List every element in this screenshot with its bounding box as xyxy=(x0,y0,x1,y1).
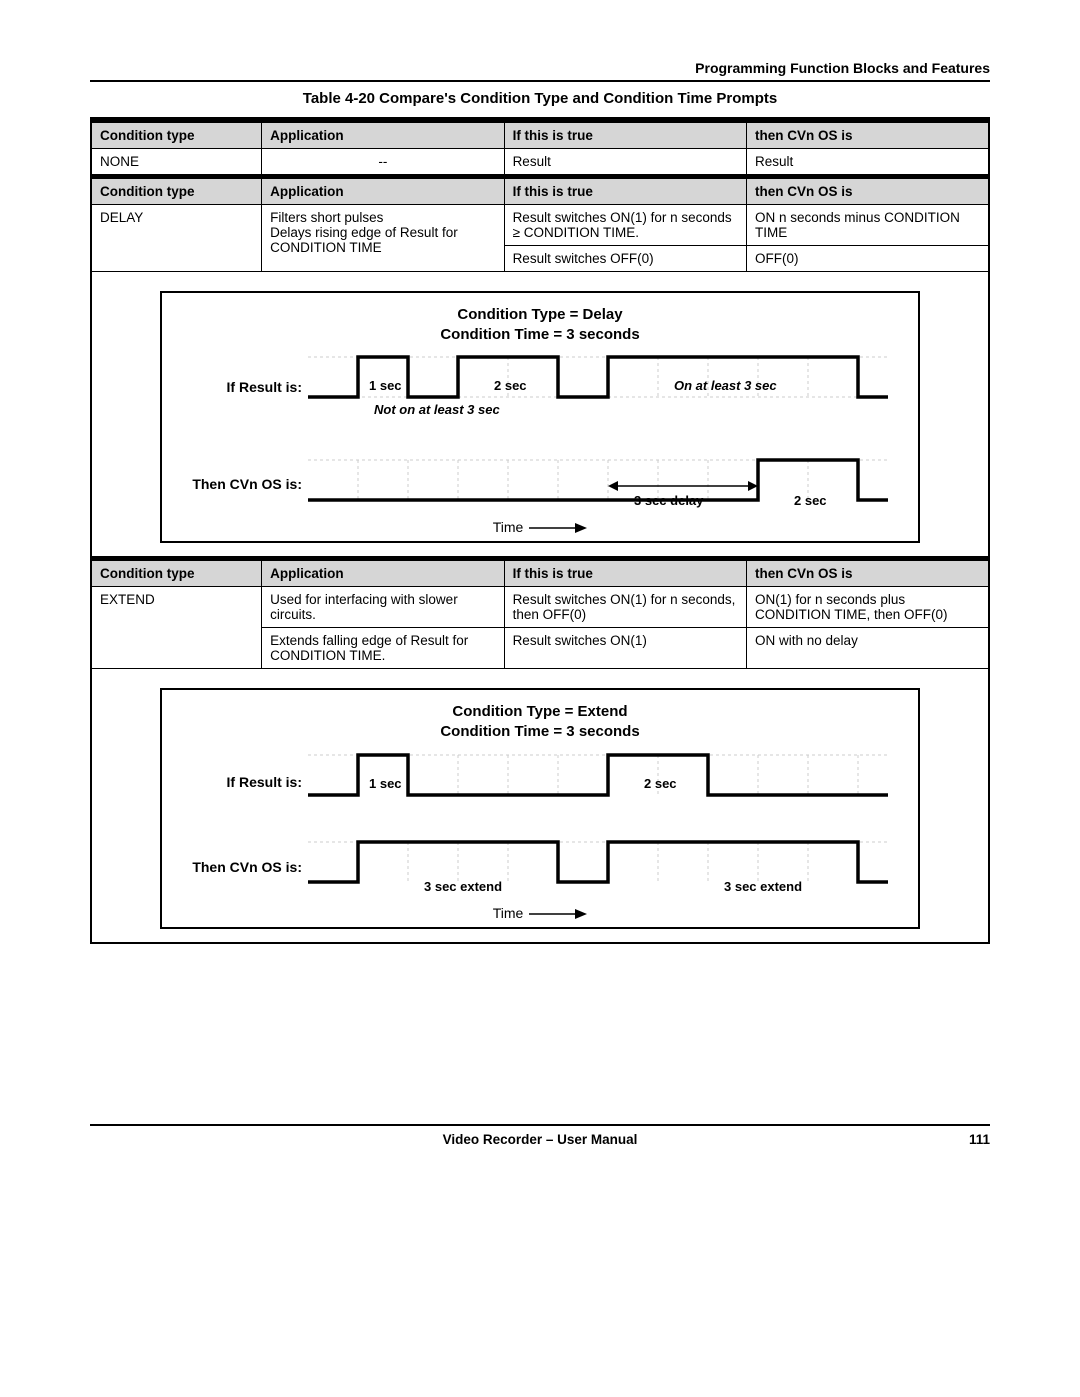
cell-none-then: Result xyxy=(747,148,989,174)
diag-delay-cvn-label: Then CVn OS is: xyxy=(178,476,308,492)
th-then: then CVn OS is xyxy=(747,122,989,148)
time-label: Time xyxy=(493,519,524,535)
cell-delay-then2: OFF(0) xyxy=(747,245,989,271)
table-caption: Table 4-20 Compare's Condition Type and … xyxy=(90,90,990,107)
footer-doc-title: Video Recorder – User Manual xyxy=(150,1132,930,1147)
diag-delay-title2: Condition Time = 3 seconds xyxy=(440,326,639,343)
cell-extend-if1: Result switches ON(1) for n seconds, the… xyxy=(504,587,746,628)
th-condition-type: Condition type xyxy=(91,178,262,204)
cell-extend-then1: ON(1) for n seconds plus CONDITION TIME,… xyxy=(747,587,989,628)
page-footer: Video Recorder – User Manual 111 xyxy=(90,1124,990,1147)
cell-none-if: Result xyxy=(504,148,746,174)
cell-none-type: NONE xyxy=(91,148,262,174)
condition-table: Condition type Application If this is tr… xyxy=(90,117,990,944)
cell-delay-if1: Result switches ON(1) for n seconds ≥ CO… xyxy=(504,204,746,245)
cell-none-app: -- xyxy=(262,148,504,174)
arrow-right-icon xyxy=(527,908,587,920)
cell-extend-type: EXTEND xyxy=(91,587,262,669)
arrow-right-icon xyxy=(527,522,587,534)
cell-extend-app2: Extends falling edge of Result for CONDI… xyxy=(262,628,504,669)
th-condition-type: Condition type xyxy=(91,561,262,587)
diag-delay-result-label: If Result is: xyxy=(178,379,308,395)
cell-extend-then2: ON with no delay xyxy=(747,628,989,669)
ann-not-on: Not on at least 3 sec xyxy=(374,402,500,417)
cell-delay-if2: Result switches OFF(0) xyxy=(504,245,746,271)
ann-2sec-ext: 2 sec xyxy=(644,776,677,791)
th-if-true: If this is true xyxy=(504,122,746,148)
ann-2sec-top: 2 sec xyxy=(494,378,527,393)
diag-extend-result-label: If Result is: xyxy=(178,774,308,790)
diagram-delay-cell: Condition Type = Delay Condition Time = … xyxy=(91,271,989,557)
ann-1sec: 1 sec xyxy=(369,378,402,393)
diagram-delay: Condition Type = Delay Condition Time = … xyxy=(160,291,920,544)
cell-delay-type: DELAY xyxy=(91,204,262,271)
ann-3sec-ext2: 3 sec extend xyxy=(724,879,802,894)
th-then: then CVn OS is xyxy=(747,178,989,204)
th-application: Application xyxy=(262,178,504,204)
diag-extend-title1: Condition Type = Extend xyxy=(452,703,627,720)
ann-1sec-ext: 1 sec xyxy=(369,776,402,791)
diag-extend-cvn-label: Then CVn OS is: xyxy=(178,859,308,875)
cell-delay-then1: ON n seconds minus CONDITION TIME xyxy=(747,204,989,245)
section-heading: Programming Function Blocks and Features xyxy=(90,60,990,80)
diag-extend-title2: Condition Time = 3 seconds xyxy=(440,723,639,740)
cell-extend-app1: Used for interfacing with slower circuit… xyxy=(262,587,504,628)
diagram-extend-cell: Condition Type = Extend Condition Time =… xyxy=(91,669,989,943)
cell-delay-app: Filters short pulses Delays rising edge … xyxy=(262,204,504,271)
th-application: Application xyxy=(262,122,504,148)
th-if-true: If this is true xyxy=(504,178,746,204)
th-condition-type: Condition type xyxy=(91,122,262,148)
cell-extend-if2: Result switches ON(1) xyxy=(504,628,746,669)
diagram-extend: Condition Type = Extend Condition Time =… xyxy=(160,688,920,929)
th-if-true: If this is true xyxy=(504,561,746,587)
ann-3sec-ext1: 3 sec extend xyxy=(424,879,502,894)
footer-page-number: 111 xyxy=(930,1132,990,1147)
diag-delay-title1: Condition Type = Delay xyxy=(457,306,622,323)
ann-on-at-least: On at least 3 sec xyxy=(674,378,777,393)
th-application: Application xyxy=(262,561,504,587)
ann-3sec-delay: 3 sec delay xyxy=(634,493,703,508)
th-then: then CVn OS is xyxy=(747,561,989,587)
ann-2sec-bottom: 2 sec xyxy=(794,493,827,508)
time-label: Time xyxy=(493,905,524,921)
